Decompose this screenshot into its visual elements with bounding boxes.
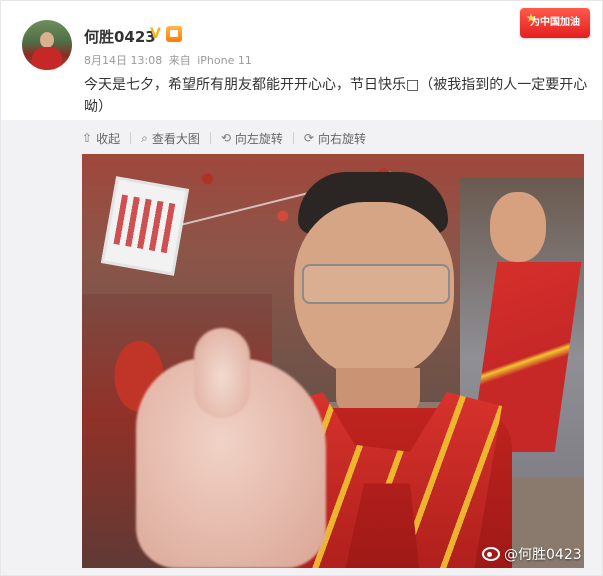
image-toolbar: ⇧ 收起 ⌕ 查看大图 ⟲ 向左旋转 ⟳ 向右旋转 [82, 128, 366, 148]
stadium-banner [100, 176, 190, 276]
watermark-text: @何胜0423 [504, 547, 582, 563]
magnify-icon: ⌕ [141, 130, 148, 145]
toolbar-divider [209, 132, 211, 144]
rotate-right-icon: ⟳ [303, 131, 314, 145]
verified-v-icon: V [150, 26, 161, 42]
pointing-hand [136, 328, 326, 568]
rotate-left-label: 向左旋转 [234, 131, 283, 146]
avatar[interactable] [22, 20, 72, 70]
arrow-up-icon: ⇧ [82, 131, 93, 145]
rotate-right-button[interactable]: ⟳ 向右旋转 [304, 130, 366, 147]
collapse-label: 收起 [96, 131, 121, 146]
avatar-head [40, 32, 54, 48]
view-large-button[interactable]: ⌕ 查看大图 [141, 130, 200, 147]
toolbar-divider [292, 132, 294, 144]
post-date[interactable]: 8月14日 13:08 [84, 54, 162, 67]
post-meta: 8月14日 13:08 来自 iPhone 11 [84, 52, 255, 68]
weibo-post-card: 何胜0423 V 8月14日 13:08 来自 iPhone 11 为中国加油 … [0, 0, 603, 576]
rotate-right-label: 向右旋转 [317, 131, 366, 146]
toolbar-divider [130, 132, 132, 144]
post-text: 今天是七夕，希望所有朋友都能开开心心，节日快乐□（被我指到的人一定要开心呦） [84, 77, 588, 115]
subject-glasses [302, 264, 450, 304]
post-photo[interactable] [82, 154, 584, 568]
rotate-left-button[interactable]: ⟲ 向左旋转 [221, 130, 283, 147]
post-source-prefix: 来自 [168, 54, 191, 67]
collapse-button[interactable]: ⇧ 收起 [82, 130, 120, 147]
avatar-body [32, 47, 62, 70]
post-source[interactable]: iPhone 11 [197, 54, 252, 67]
view-large-label: 查看大图 [151, 131, 200, 146]
campaign-badge[interactable]: 为中国加油 [520, 8, 590, 38]
rotate-left-icon: ⟲ [220, 131, 231, 145]
username[interactable]: 何胜0423 [84, 26, 156, 47]
photo-watermark: @何胜0423 [482, 544, 582, 564]
vip-badge-icon [166, 26, 182, 42]
weibo-logo-icon [482, 547, 500, 561]
